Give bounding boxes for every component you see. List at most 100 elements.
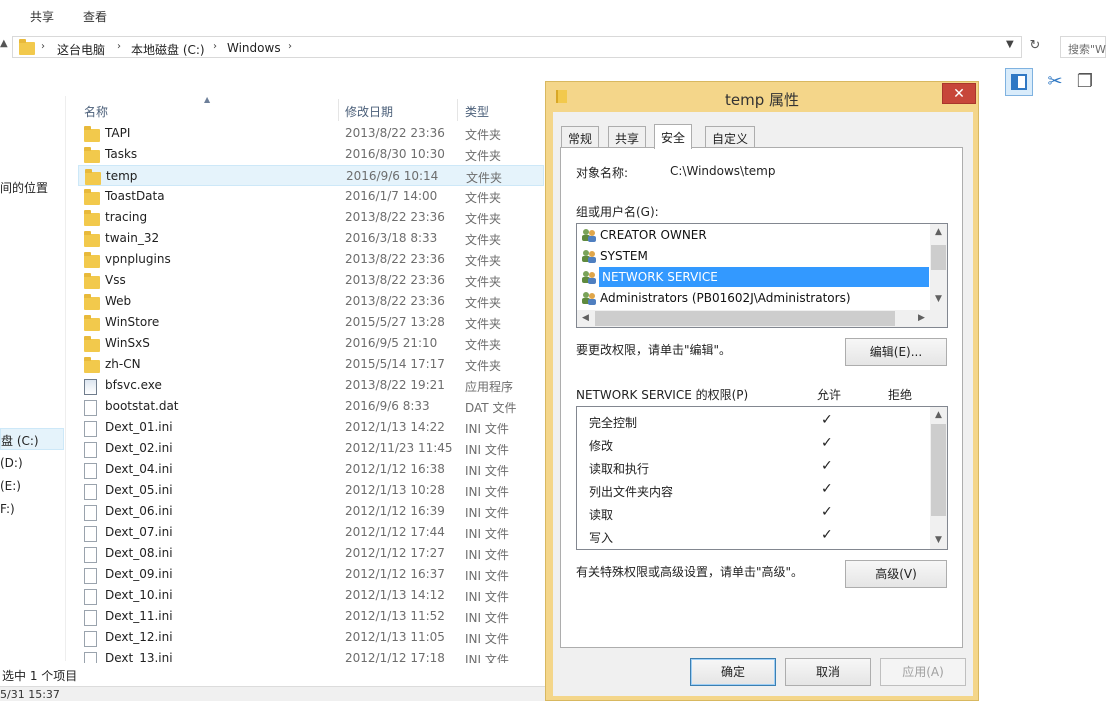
preview-pane-icon[interactable] bbox=[1005, 68, 1033, 96]
chevron-right-icon[interactable]: › bbox=[213, 41, 217, 52]
tab-security[interactable]: 安全 bbox=[654, 124, 693, 149]
file-row[interactable]: WinSxS 2016/9/5 21:10 文件夹 bbox=[78, 333, 544, 354]
file-row[interactable]: Dext_12.ini 2012/1/13 11:05 INI 文件 bbox=[78, 627, 544, 648]
nav-item-drive-c[interactable]: 盘 (C:) bbox=[0, 428, 64, 450]
user-name: Administrators (PB01602J\Administrators) bbox=[600, 291, 851, 305]
edit-button[interactable]: 编辑(E)... bbox=[845, 338, 947, 366]
file-row[interactable]: Dext_02.ini 2012/11/23 11:45 INI 文件 bbox=[78, 438, 544, 459]
column-divider[interactable] bbox=[457, 99, 458, 121]
file-name: Tasks bbox=[105, 147, 138, 161]
scroll-thumb[interactable] bbox=[595, 311, 895, 326]
file-row[interactable]: Dext_04.ini 2012/1/12 16:38 INI 文件 bbox=[78, 459, 544, 480]
breadcrumb-windows[interactable]: Windows bbox=[227, 41, 281, 55]
address-bar[interactable]: › 这台电脑 › 本地磁盘 (C:) › Windows › bbox=[12, 36, 1022, 58]
file-row[interactable]: Dext_05.ini 2012/1/13 10:28 INI 文件 bbox=[78, 480, 544, 501]
dialog-titlebar[interactable]: temp 属性 ✕ bbox=[546, 82, 978, 112]
file-name: TAPI bbox=[105, 126, 131, 140]
chevron-right-icon[interactable]: › bbox=[41, 41, 45, 52]
folder-icon bbox=[84, 273, 100, 289]
file-row[interactable]: ToastData 2016/1/7 14:00 文件夹 bbox=[78, 186, 544, 207]
file-date: 2012/1/12 16:39 bbox=[345, 504, 445, 518]
nav-up-icon[interactable]: ▲ bbox=[0, 38, 8, 49]
close-button[interactable]: ✕ bbox=[942, 83, 976, 104]
scroll-up-icon[interactable]: ▲ bbox=[930, 224, 947, 241]
chevron-down-icon[interactable]: ▼ bbox=[1006, 39, 1014, 50]
file-name: tracing bbox=[105, 210, 148, 224]
file-row[interactable]: vpnplugins 2013/8/22 23:36 文件夹 bbox=[78, 249, 544, 270]
breadcrumb-this-pc[interactable]: 这台电脑 bbox=[57, 41, 105, 58]
file-row[interactable]: Dext_07.ini 2012/1/12 17:44 INI 文件 bbox=[78, 522, 544, 543]
file-date: 2016/8/30 10:30 bbox=[345, 147, 445, 161]
file-name: temp bbox=[106, 169, 138, 183]
file-row[interactable]: TAPI 2013/8/22 23:36 文件夹 bbox=[78, 123, 544, 144]
file-type: 文件夹 bbox=[465, 275, 502, 289]
file-date: 2015/5/27 13:28 bbox=[345, 315, 445, 329]
file-row[interactable]: bootstat.dat 2016/9/6 8:33 DAT 文件 bbox=[78, 396, 544, 417]
scroll-left-icon[interactable]: ◀ bbox=[577, 310, 594, 327]
file-row[interactable]: Tasks 2016/8/30 10:30 文件夹 bbox=[78, 144, 544, 165]
apply-button[interactable]: 应用(A) bbox=[880, 658, 966, 686]
file-row[interactable]: twain_32 2016/3/18 8:33 文件夹 bbox=[78, 228, 544, 249]
file-name: Dext_04.ini bbox=[105, 462, 173, 476]
ribbon-tab-view[interactable]: 查看 bbox=[83, 8, 107, 25]
file-row[interactable]: zh-CN 2015/5/14 17:17 文件夹 bbox=[78, 354, 544, 375]
column-divider[interactable] bbox=[338, 99, 339, 121]
permission-name: 完全控制 bbox=[589, 416, 638, 430]
tab-general[interactable]: 常规 bbox=[561, 126, 600, 148]
file-row[interactable]: tracing 2013/8/22 23:36 文件夹 bbox=[78, 207, 544, 228]
tab-customize[interactable]: 自定义 bbox=[705, 126, 756, 148]
file-row[interactable]: Dext_11.ini 2012/1/13 11:52 INI 文件 bbox=[78, 606, 544, 627]
ribbon-tab-share[interactable]: 共享 bbox=[30, 8, 54, 25]
advanced-button[interactable]: 高级(V) bbox=[845, 560, 947, 588]
scroll-thumb[interactable] bbox=[931, 245, 946, 270]
nav-item-drive-f[interactable]: F:) bbox=[0, 502, 15, 516]
ok-button[interactable]: 确定 bbox=[690, 658, 776, 686]
file-type: INI 文件 bbox=[465, 611, 509, 625]
refresh-icon[interactable]: ↻ bbox=[1026, 38, 1044, 54]
file-row[interactable]: Dext_08.ini 2012/1/12 17:27 INI 文件 bbox=[78, 543, 544, 564]
file-row[interactable]: WinStore 2015/5/27 13:28 文件夹 bbox=[78, 312, 544, 333]
chevron-right-icon[interactable]: › bbox=[117, 41, 121, 52]
file-type: 文件夹 bbox=[465, 149, 502, 163]
column-header-name[interactable]: 名称 bbox=[84, 103, 108, 120]
user-listbox[interactable]: CREATOR OWNER SYSTEM NETWORK SERVICE Admini… bbox=[576, 223, 948, 328]
file-row[interactable]: Dext_06.ini 2012/1/12 16:39 INI 文件 bbox=[78, 501, 544, 522]
file-type: INI 文件 bbox=[465, 590, 509, 604]
file-row[interactable]: Dext_01.ini 2012/1/13 14:22 INI 文件 bbox=[78, 417, 544, 438]
search-input[interactable]: 搜索"W bbox=[1060, 36, 1106, 58]
nav-item-drive-e[interactable]: (E:) bbox=[0, 479, 21, 493]
file-name: twain_32 bbox=[105, 231, 160, 245]
copy-icon[interactable]: ❐ bbox=[1071, 68, 1099, 96]
scroll-down-icon[interactable]: ▼ bbox=[930, 532, 947, 549]
cancel-button[interactable]: 取消 bbox=[785, 658, 871, 686]
user-list-vscrollbar[interactable]: ▲ ▼ bbox=[930, 224, 947, 310]
column-header-date[interactable]: 修改日期 bbox=[345, 103, 393, 120]
chevron-right-icon[interactable]: › bbox=[288, 41, 292, 52]
scroll-up-icon[interactable]: ▲ bbox=[930, 407, 947, 424]
user-list-hscrollbar[interactable]: ◀ ▶ bbox=[577, 310, 947, 327]
file-type: INI 文件 bbox=[465, 464, 509, 478]
scroll-right-icon[interactable]: ▶ bbox=[913, 310, 930, 327]
column-header-type[interactable]: 类型 bbox=[465, 103, 489, 120]
file-row[interactable]: Vss 2013/8/22 23:36 文件夹 bbox=[78, 270, 544, 291]
file-row[interactable]: temp 2016/9/6 10:14 文件夹 bbox=[78, 165, 544, 186]
folder-icon bbox=[84, 294, 100, 310]
permission-row: 读取 ✓ bbox=[589, 502, 939, 525]
scroll-down-icon[interactable]: ▼ bbox=[930, 291, 947, 308]
permissions-vscrollbar[interactable]: ▲ ▼ bbox=[930, 407, 947, 549]
nav-item-drive-d[interactable]: (D:) bbox=[0, 456, 23, 470]
file-row[interactable]: Dext_13.ini 2012/1/12 17:18 INI 文件 bbox=[78, 648, 544, 663]
file-row[interactable]: bfsvc.exe 2013/8/22 19:21 应用程序 bbox=[78, 375, 544, 396]
file-row[interactable]: Dext_09.ini 2012/1/12 16:37 INI 文件 bbox=[78, 564, 544, 585]
breadcrumb-local-disk[interactable]: 本地磁盘 (C:) bbox=[131, 41, 205, 58]
file-row[interactable]: Dext_10.ini 2012/1/13 14:12 INI 文件 bbox=[78, 585, 544, 606]
file-row[interactable]: Web 2013/8/22 23:36 文件夹 bbox=[78, 291, 544, 312]
user-group-icon bbox=[581, 270, 597, 284]
allow-check-icon: ✓ bbox=[821, 481, 833, 497]
scroll-thumb[interactable] bbox=[931, 424, 946, 516]
cut-icon[interactable]: ✂ bbox=[1041, 68, 1069, 96]
permissions-listbox[interactable]: 完全控制 ✓ 修改 ✓ 读取和执行 ✓ 列出文件夹内容 ✓ 读取 ✓ 写入 ✓ ▲ ▼ bbox=[576, 406, 948, 550]
tab-sharing[interactable]: 共享 bbox=[608, 126, 647, 148]
nav-item-recent-places[interactable]: 间的位置 bbox=[0, 179, 48, 196]
file-type: 文件夹 bbox=[465, 128, 502, 142]
